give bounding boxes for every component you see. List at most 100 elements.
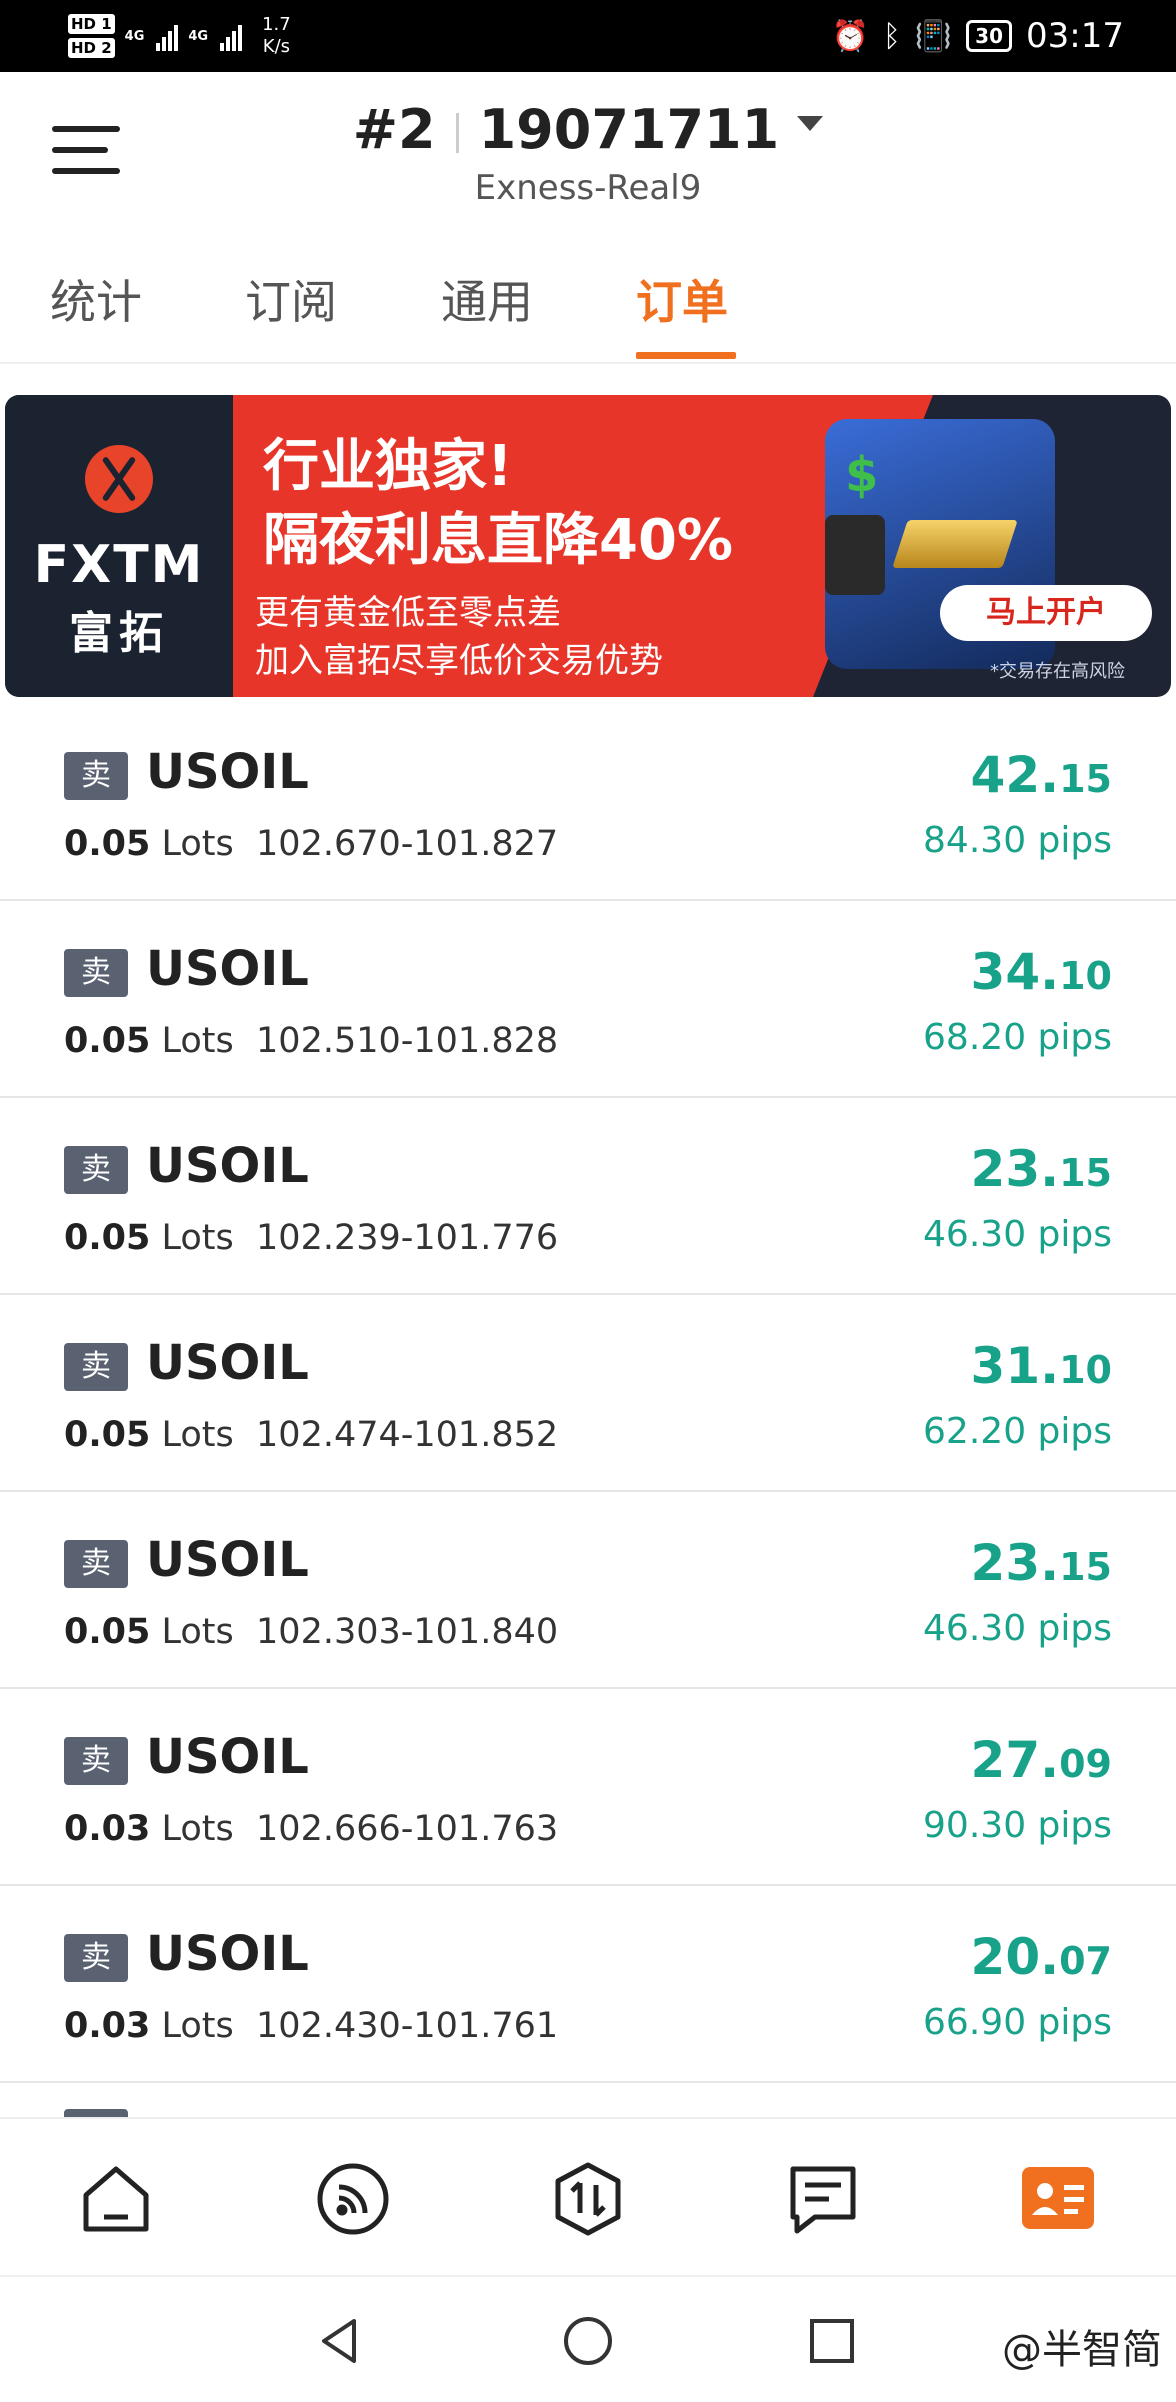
order-symbol: USOIL xyxy=(146,1532,309,1588)
account-selector[interactable]: #2 19071711 xyxy=(0,98,1176,161)
status-left: HD 1 HD 2 4G 4G 1.7 K/s xyxy=(68,6,291,66)
order-details: 0.03 Lots 102.430-101.761 xyxy=(64,2006,558,2046)
order-row[interactable]: 卖 USOIL 0.05 Lots 102.670-101.827 42.15 … xyxy=(0,734,1176,901)
profit-integer: 42. xyxy=(970,746,1060,804)
recents-icon[interactable] xyxy=(806,2315,858,2367)
order-pips: 84.30 pips xyxy=(923,820,1112,861)
nav-account-card-icon[interactable] xyxy=(1018,2159,1098,2239)
network-type-2: 4G xyxy=(188,28,209,44)
banner-headline-2: 隔夜利息直降40% xyxy=(263,508,734,573)
account-index: #2 xyxy=(352,98,436,161)
order-pips: 62.20 pips xyxy=(923,1411,1112,1452)
alarm-icon: ⏰ xyxy=(831,18,869,54)
fxtm-logo-icon xyxy=(85,445,153,513)
order-row-partial[interactable] xyxy=(0,2083,1176,2117)
lots-unit: Lots xyxy=(161,1415,234,1455)
bottom-navigation xyxy=(0,2117,1176,2275)
order-details: 0.05 Lots 102.303-101.840 xyxy=(64,1612,558,1652)
brand-name: FXTM xyxy=(33,535,205,595)
order-symbol: USOIL xyxy=(146,941,309,997)
brand-name-cn: 富拓 xyxy=(69,608,169,659)
order-profit: 31.10 xyxy=(971,1337,1112,1395)
order-prices: 102.239-101.776 xyxy=(256,1218,559,1258)
order-row[interactable]: 卖 USOIL 0.05 Lots 102.239-101.776 23.15 … xyxy=(0,1098,1176,1295)
order-profit: 23.15 xyxy=(971,1534,1112,1592)
nav-chat-icon[interactable] xyxy=(783,2159,863,2239)
lots-unit: Lots xyxy=(161,824,234,864)
lots-unit: Lots xyxy=(161,1612,234,1652)
order-list[interactable]: 卖 USOIL 0.05 Lots 102.670-101.827 42.15 … xyxy=(0,734,1176,2117)
tab-subscribe[interactable]: 订阅 xyxy=(245,266,337,332)
order-row[interactable]: 卖 USOIL 0.05 Lots 102.510-101.828 34.10 … xyxy=(0,901,1176,1098)
nav-home-icon[interactable] xyxy=(76,2159,156,2239)
order-row[interactable]: 卖 USOIL 0.03 Lots 102.430-101.761 20.07 … xyxy=(0,1886,1176,2083)
account-separator xyxy=(455,113,459,154)
order-row[interactable]: 卖 USOIL 0.03 Lots 102.666-101.763 27.09 … xyxy=(0,1689,1176,1886)
risk-disclaimer: *交易存在高风险 xyxy=(990,661,1125,682)
order-prices: 102.474-101.852 xyxy=(256,1415,559,1455)
side-badge: 卖 xyxy=(64,1540,128,1588)
order-lots: 0.05 xyxy=(64,1415,151,1455)
app-header: #2 19071711 Exness-Real9 xyxy=(0,72,1176,232)
profit-decimal: 15 xyxy=(1059,757,1112,801)
nav-signal-feed-icon[interactable] xyxy=(313,2159,393,2239)
tab-statistics[interactable]: 统计 xyxy=(50,266,142,332)
profit-decimal: 09 xyxy=(1059,1742,1112,1786)
profit-decimal: 07 xyxy=(1059,1939,1112,1983)
battery-icon: 30 xyxy=(966,20,1013,52)
order-details: 0.05 Lots 102.670-101.827 xyxy=(64,824,558,864)
account-number: 19071711 xyxy=(478,98,780,161)
lots-unit: Lots xyxy=(161,1809,234,1849)
order-prices: 102.666-101.763 xyxy=(256,1809,559,1849)
lots-unit: Lots xyxy=(161,1218,234,1258)
bluetooth-icon: ᛒ xyxy=(882,18,901,54)
order-prices: 102.430-101.761 xyxy=(256,2006,559,2046)
order-lots: 0.05 xyxy=(64,1612,151,1652)
back-icon[interactable] xyxy=(314,2315,366,2367)
nav-trade-icon[interactable] xyxy=(548,2159,628,2239)
profit-decimal: 15 xyxy=(1059,1151,1112,1195)
network-speed: 1.7 K/s xyxy=(262,14,291,58)
status-bar: HD 1 HD 2 4G 4G 1.7 K/s ⏰ ᛒ 📳 30 03:17 xyxy=(0,0,1176,72)
order-row[interactable]: 卖 USOIL 0.05 Lots 102.303-101.840 23.15 … xyxy=(0,1492,1176,1689)
order-details: 0.05 Lots 102.510-101.828 xyxy=(64,1021,558,1061)
order-symbol: USOIL xyxy=(146,1138,309,1194)
gold-bar-illustration xyxy=(892,520,1018,568)
order-details: 0.03 Lots 102.666-101.763 xyxy=(64,1809,558,1849)
order-pips: 46.30 pips xyxy=(923,1608,1112,1649)
server-name: Exness-Real9 xyxy=(474,168,702,208)
banner-promo-panel: 行业独家! 隔夜利息直降40% 更有黄金低至零点差 加入富拓尽享低价交易优势 xyxy=(233,395,933,697)
order-profit: 34.10 xyxy=(971,943,1112,1001)
order-pips: 90.30 pips xyxy=(923,1805,1112,1846)
tab-orders[interactable]: 订单 xyxy=(636,266,728,332)
profit-integer: 23. xyxy=(970,1140,1060,1198)
network-speed-unit: K/s xyxy=(262,36,291,57)
banner-headline-1: 行业独家! xyxy=(263,434,513,499)
profit-integer: 20. xyxy=(970,1928,1060,1986)
profit-integer: 27. xyxy=(970,1731,1060,1789)
active-tab-indicator xyxy=(636,352,736,359)
watermark: @半智简 xyxy=(1002,2327,1162,2373)
open-account-button[interactable]: 马上开户 xyxy=(940,585,1152,641)
oil-barrel-illustration xyxy=(825,515,885,595)
lots-unit: Lots xyxy=(161,2006,234,2046)
brand-logo-area: FXTM 富拓 xyxy=(5,395,233,697)
order-pips: 46.30 pips xyxy=(923,1214,1112,1255)
side-badge: 卖 xyxy=(64,949,128,997)
tab-general[interactable]: 通用 xyxy=(441,266,533,332)
profit-decimal: 10 xyxy=(1059,1348,1112,1392)
dollar-icon: $ xyxy=(845,447,879,503)
vibrate-icon: 📳 xyxy=(914,18,953,54)
profit-decimal: 15 xyxy=(1059,1545,1112,1589)
profit-integer: 23. xyxy=(970,1534,1060,1592)
ad-banner[interactable]: FXTM 富拓 行业独家! 隔夜利息直降40% 更有黄金低至零点差 加入富拓尽享… xyxy=(5,395,1171,697)
network-type-1: 4G xyxy=(124,28,145,44)
order-row[interactable]: 卖 USOIL 0.05 Lots 102.474-101.852 31.10 … xyxy=(0,1295,1176,1492)
side-badge: 卖 xyxy=(64,1146,128,1194)
profit-integer: 31. xyxy=(970,1337,1060,1395)
home-circle-icon[interactable] xyxy=(562,2315,614,2367)
lots-unit: Lots xyxy=(161,1021,234,1061)
clock: 03:17 xyxy=(1026,16,1124,56)
order-pips: 66.90 pips xyxy=(923,2002,1112,2043)
order-details: 0.05 Lots 102.239-101.776 xyxy=(64,1218,558,1258)
